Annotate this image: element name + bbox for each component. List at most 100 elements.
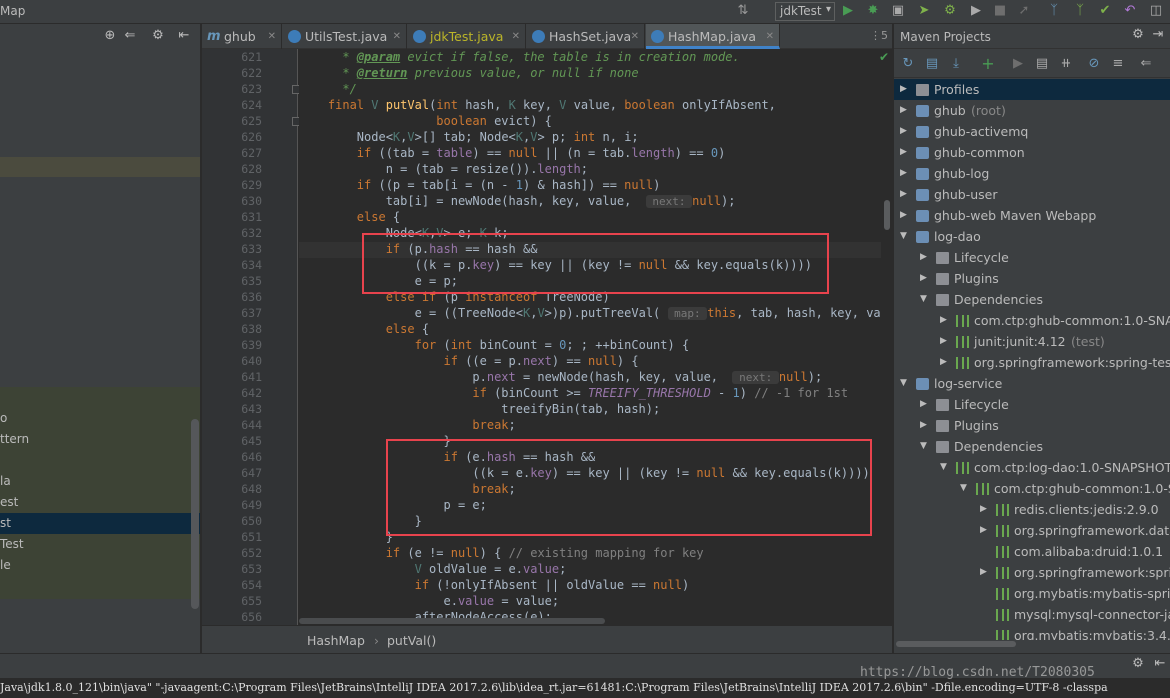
close-icon[interactable]: ✕	[512, 24, 520, 49]
maven-tree-item[interactable]: ▶ Lifecycle	[894, 247, 1170, 268]
locate-icon[interactable]: ⊕	[102, 28, 118, 44]
build-icon[interactable]: ⇅	[735, 3, 751, 19]
left-tree-item[interactable]: Test	[0, 534, 24, 555]
maven-tree-item[interactable]: ▼ log-service	[894, 373, 1170, 394]
chevron-right-icon[interactable]: ▶	[980, 499, 987, 520]
profile-icon[interactable]: ➤	[916, 3, 932, 19]
maven-tree-item[interactable]: com.alibaba:druid:1.0.1	[894, 541, 1170, 562]
reimport-icon[interactable]: ↻	[900, 56, 916, 72]
vcs-icon[interactable]: ᛉ	[1046, 3, 1062, 19]
chevron-down-icon[interactable]: ▼	[900, 373, 907, 394]
tabs-overflow-button[interactable]: ⋮5	[870, 29, 888, 42]
maven-tree-item[interactable]: ▶ org.springframework:sprin	[894, 562, 1170, 583]
chevron-right-icon[interactable]: ▶	[900, 205, 907, 226]
maven-tree-item[interactable]: ▶ Profiles	[894, 79, 1170, 100]
maven-tree-item[interactable]: ▶ ghub-log	[894, 163, 1170, 184]
breadcrumb-class[interactable]: HashMap	[307, 633, 365, 648]
undo-icon[interactable]: ↶	[1122, 3, 1138, 19]
maven-tree-item[interactable]: ▶ ghub-user	[894, 184, 1170, 205]
run-tool-icon[interactable]: ⚙	[942, 3, 958, 19]
chevron-down-icon[interactable]: ▼	[960, 478, 967, 499]
maven-tree-item[interactable]: ▶ junit:junit:4.12 (test)	[894, 331, 1170, 352]
maven-tree-item[interactable]: ▶ ghub-common	[894, 142, 1170, 163]
chevron-right-icon[interactable]: ▶	[900, 184, 907, 205]
editor-scroll-thumb[interactable]	[884, 200, 890, 230]
maven-tree-item[interactable]: ▶ ghub-activemq	[894, 121, 1170, 142]
chevron-right-icon[interactable]: ▶	[900, 79, 907, 100]
chevron-right-icon[interactable]: ▶	[900, 100, 907, 121]
tab-hashmap[interactable]: HashMap.java ✕	[646, 24, 780, 49]
show-deps-icon[interactable]: ≡	[1110, 56, 1126, 72]
chevron-right-icon[interactable]: ▶	[920, 268, 927, 289]
generate-sources-icon[interactable]: ▤	[924, 56, 940, 72]
chevron-right-icon[interactable]: ▶	[900, 121, 907, 142]
chevron-right-icon[interactable]: ▶	[920, 394, 927, 415]
editor-scrollbar[interactable]	[882, 49, 892, 625]
chevron-right-icon[interactable]: ▶	[920, 247, 927, 268]
chevron-right-icon[interactable]: ▶	[900, 163, 907, 184]
left-scrollbar[interactable]	[191, 419, 199, 609]
tab-hashset[interactable]: HashSet.java ✕	[527, 24, 645, 49]
hide-panel-icon[interactable]: ⇤	[1152, 656, 1168, 672]
left-tree-item[interactable]: st	[0, 513, 11, 534]
stop-icon[interactable]: ■	[992, 3, 1008, 19]
run-anything-icon[interactable]: ▶	[968, 3, 984, 19]
hide-icon[interactable]: ⇤	[176, 28, 192, 44]
vcs-commit-icon[interactable]: ✔	[1097, 3, 1113, 19]
run-maven-icon[interactable]: ▶	[1010, 56, 1026, 72]
left-tree-item[interactable]: est	[0, 492, 18, 513]
run-icon[interactable]: ▶	[840, 3, 856, 19]
gear-icon[interactable]: ⚙	[150, 28, 166, 44]
chevron-down-icon[interactable]: ▼	[900, 226, 907, 247]
coverage-icon[interactable]: ▣	[890, 3, 906, 19]
maven-hscrollbar[interactable]	[894, 640, 1170, 648]
chevron-right-icon[interactable]: ▶	[940, 331, 947, 352]
gear-icon[interactable]: ⚙	[1130, 27, 1146, 43]
left-tree-item[interactable]: la	[0, 471, 11, 492]
left-tree-item[interactable]: le	[0, 555, 11, 576]
gear-icon[interactable]: ⚙	[1130, 656, 1146, 672]
skip-tests-icon[interactable]: ⊘	[1086, 56, 1102, 72]
vcs-update-icon[interactable]: ᛉ	[1072, 3, 1088, 19]
maven-tree-item[interactable]: ▼ Dependencies	[894, 436, 1170, 457]
chevron-down-icon[interactable]: ▼	[920, 436, 927, 457]
maven-tree-item[interactable]: org.mybatis:mybatis-spring	[894, 583, 1170, 604]
maven-tree-item[interactable]: ▶ org.springframework.data:	[894, 520, 1170, 541]
maven-tree-item[interactable]: ▶ com.ctp:ghub-common:1.0-SNAPS	[894, 310, 1170, 331]
attach-icon[interactable]: ➚	[1016, 3, 1032, 19]
maven-tree-item[interactable]: ▶ Lifecycle	[894, 394, 1170, 415]
left-tree-item[interactable]: o	[0, 408, 7, 429]
maven-tree-item[interactable]: ▶ Plugins	[894, 268, 1170, 289]
editor-hscroll-thumb[interactable]	[299, 618, 605, 624]
chevron-right-icon[interactable]: ▶	[940, 310, 947, 331]
tab-ghub[interactable]: m ghub ✕	[202, 24, 282, 49]
tab-utilstest[interactable]: UtilsTest.java ✕	[283, 24, 407, 49]
collapse-icon[interactable]: ⇐	[122, 28, 138, 44]
close-icon[interactable]: ✕	[393, 24, 401, 49]
debug-icon[interactable]: ✸	[865, 3, 881, 19]
maven-tree-item[interactable]: ▶ ghub-web Maven Webapp	[894, 205, 1170, 226]
maven-tree-item[interactable]: ▶ ghub (root)	[894, 100, 1170, 121]
chevron-down-icon[interactable]: ▼	[920, 289, 927, 310]
maven-scroll-thumb[interactable]	[896, 641, 1016, 647]
nav-breadcrumb[interactable]: Map	[0, 4, 25, 18]
maven-tree-item[interactable]: ▼ log-dao	[894, 226, 1170, 247]
maven-tree-item[interactable]: ▶ Plugins	[894, 415, 1170, 436]
chevron-right-icon[interactable]: ▶	[920, 415, 927, 436]
close-icon[interactable]: ✕	[631, 24, 639, 49]
maven-tree-item[interactable]: mysql:mysql-connector-jav	[894, 604, 1170, 625]
breadcrumb-method[interactable]: putVal()	[387, 633, 436, 648]
chevron-right-icon[interactable]: ▶	[980, 562, 987, 583]
chevron-down-icon[interactable]: ▼	[940, 457, 947, 478]
download-icon[interactable]: ⤓	[948, 56, 964, 72]
tab-jdktest[interactable]: jdkTest.java ✕	[408, 24, 526, 49]
close-icon[interactable]: ✕	[268, 24, 276, 49]
history-icon[interactable]: ◫	[1148, 3, 1164, 19]
run-config-dropdown[interactable]: jdkTest ▾	[775, 2, 835, 21]
chevron-right-icon[interactable]: ▶	[900, 142, 907, 163]
toggle-offline-icon[interactable]: ⧺	[1058, 56, 1074, 72]
maven-tree-item[interactable]: ▼ com.ctp:ghub-common:1.0-SN	[894, 478, 1170, 499]
run-console[interactable]: Java\jdk1.8.0_121\bin\java" "-javaagent:…	[0, 677, 1170, 698]
add-icon[interactable]: +	[980, 56, 996, 72]
chevron-right-icon[interactable]: ▶	[940, 352, 947, 373]
